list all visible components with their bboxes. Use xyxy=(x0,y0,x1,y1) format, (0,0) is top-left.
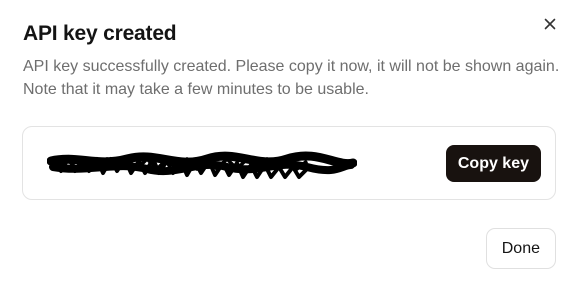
api-key-field: Copy key xyxy=(22,126,556,200)
api-key-created-dialog: API key created API key successfully cre… xyxy=(0,0,578,292)
done-button[interactable]: Done xyxy=(485,228,556,269)
dialog-description: API key successfully created. Please cop… xyxy=(23,58,560,98)
close-button[interactable] xyxy=(540,14,560,34)
close-icon xyxy=(544,18,556,30)
dialog-title: API key created xyxy=(23,22,177,45)
redacted-key-scribble xyxy=(47,151,357,179)
copy-key-button[interactable]: Copy key xyxy=(445,145,541,182)
